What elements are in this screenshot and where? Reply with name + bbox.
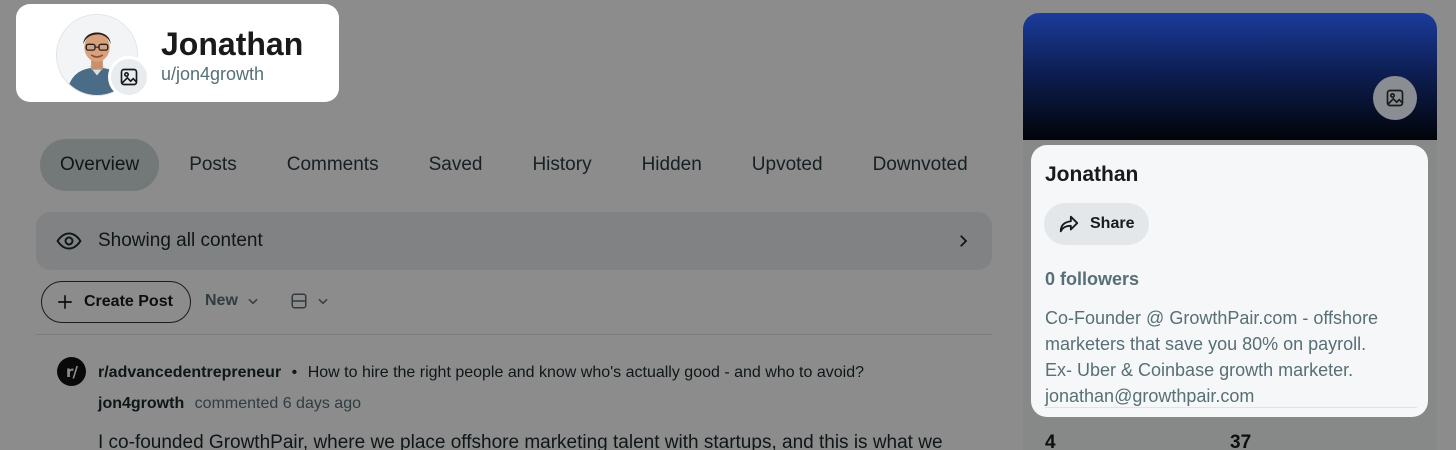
sort-dropdown[interactable]: New xyxy=(205,292,260,310)
tab-hidden[interactable]: Hidden xyxy=(622,139,722,191)
sort-label: New xyxy=(205,292,238,309)
subreddit-link[interactable]: r/advancedentrepreneur xyxy=(98,364,281,381)
bio-line: Co-Founder @ GrowthPair.com - offshore xyxy=(1045,308,1379,328)
banner-edit-button[interactable] xyxy=(1373,76,1417,120)
share-button[interactable]: Share xyxy=(1044,203,1149,245)
profile-header-card: Jonathan u/jon4growth xyxy=(16,4,339,102)
comment-meta: jon4growth commented 6 days ago xyxy=(98,395,361,413)
followers-count[interactable]: 0 followers xyxy=(1045,269,1139,290)
separator: • xyxy=(291,364,298,381)
profile-info-card: Jonathan Share 0 followers Co-Founder @ … xyxy=(1031,145,1428,417)
bio-line: jonathan@growthpair.com xyxy=(1045,386,1255,406)
tab-history[interactable]: History xyxy=(512,139,611,191)
divider xyxy=(1045,407,1417,408)
sidebar-display-name: Jonathan xyxy=(1045,163,1139,186)
comment-time: commented 6 days ago xyxy=(194,395,361,412)
profile-bio: Co-Founder @ GrowthPair.com - offshore m… xyxy=(1045,305,1420,409)
image-edit-icon xyxy=(1386,89,1404,107)
create-post-label: Create Post xyxy=(84,293,173,310)
sidebar-stat-contributions: 37 xyxy=(1230,432,1252,450)
content-filter-row[interactable]: Showing all content xyxy=(36,212,992,270)
profile-page: Overview Posts Comments Saved History Hi… xyxy=(0,0,1456,450)
post-header: r/advancedentrepreneur • How to hire the… xyxy=(98,364,864,382)
bio-line: Ex- Uber & Coinbase growth marketer. xyxy=(1045,360,1354,380)
tab-posts[interactable]: Posts xyxy=(169,139,257,191)
tab-upvoted[interactable]: Upvoted xyxy=(732,139,843,191)
tab-downvoted[interactable]: Downvoted xyxy=(853,139,988,191)
divider xyxy=(36,334,992,335)
profile-username: u/jon4growth xyxy=(161,64,265,84)
card-view-icon xyxy=(291,293,307,309)
post-title-link[interactable]: How to hire the right people and know wh… xyxy=(308,364,864,381)
share-icon xyxy=(1059,215,1079,233)
eye-icon xyxy=(56,232,82,250)
create-post-button[interactable]: Create Post xyxy=(41,281,191,323)
chevron-right-icon xyxy=(960,235,968,247)
profile-display-name: Jonathan xyxy=(161,26,304,62)
share-label: Share xyxy=(1090,215,1135,232)
view-toggle[interactable] xyxy=(290,292,330,310)
avatar-edit-button[interactable] xyxy=(108,56,150,98)
comment-body[interactable]: I co-founded GrowthPair, where we place … xyxy=(98,432,943,450)
profile-banner xyxy=(1023,13,1437,140)
plus-icon xyxy=(58,295,72,309)
bio-line: marketers that save you 80% on payroll. xyxy=(1045,334,1367,354)
subreddit-icon[interactable]: r/ xyxy=(57,357,86,386)
tab-comments[interactable]: Comments xyxy=(267,139,399,191)
author-link[interactable]: jon4growth xyxy=(98,395,184,412)
tab-overview[interactable]: Overview xyxy=(40,139,160,191)
profile-tabs: Overview Posts Comments Saved History Hi… xyxy=(40,139,990,191)
chevron-down-icon xyxy=(248,298,258,305)
tab-saved[interactable]: Saved xyxy=(409,139,503,191)
sidebar-stat-karma: 4 xyxy=(1045,432,1056,450)
content-filter-label: Showing all content xyxy=(98,230,263,251)
image-edit-icon xyxy=(120,68,138,86)
chevron-down-icon xyxy=(318,298,328,305)
